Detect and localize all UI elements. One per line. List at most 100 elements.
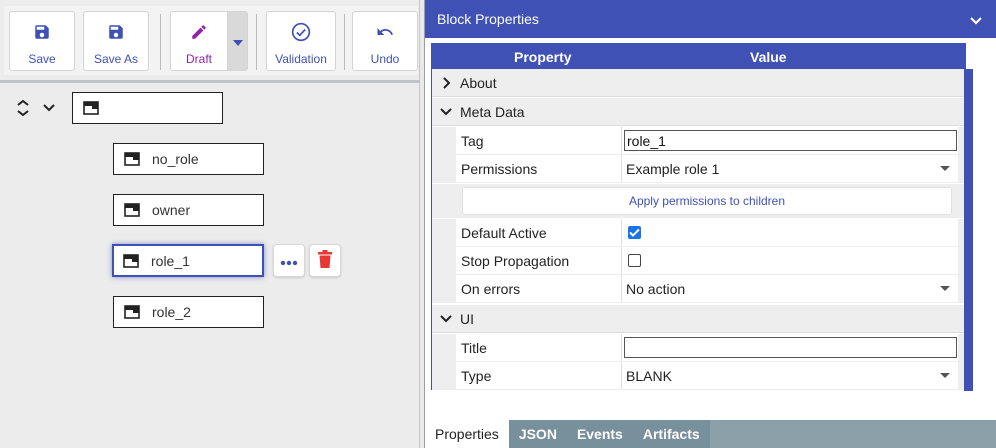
property-name: On errors (456, 275, 622, 302)
chevron-right-icon (432, 76, 460, 89)
permissions-select[interactable]: Example role 1 (622, 155, 958, 182)
block-properties-panel: Block Properties Property Value About Me… (424, 0, 996, 448)
property-row-permissions: Permissions Example role 1 (432, 155, 964, 183)
trash-icon (318, 250, 332, 271)
property-grid: Property Value About Meta Data Tag role_… (431, 43, 973, 391)
draft-label: Draft (185, 52, 212, 66)
node-label: owner (152, 202, 191, 218)
default-active-checkbox[interactable] (628, 226, 641, 239)
tree-node-role-1[interactable]: role_1 (112, 244, 264, 277)
block-icon (83, 101, 99, 115)
property-value (622, 219, 958, 246)
toolbar-divider (160, 14, 161, 70)
property-name: Title (456, 334, 622, 361)
undo-icon (375, 21, 395, 43)
save-icon (33, 21, 51, 43)
save-button[interactable]: Save (9, 11, 75, 71)
pencil-icon (190, 21, 208, 43)
block-icon (124, 203, 140, 217)
select-value: No action (626, 280, 686, 297)
block-icon (124, 152, 140, 166)
save-label: Save (28, 52, 56, 66)
property-row-on-errors: On errors No action (432, 275, 964, 303)
panel-title: Block Properties (437, 11, 539, 27)
toolbar: Save Save As Draft Validation Undo (4, 6, 418, 75)
editor-pane: Save Save As Draft Validation Undo no_ro… (0, 0, 420, 448)
toolbar-divider (344, 14, 345, 70)
section-title: Meta Data (460, 103, 525, 120)
chevron-down-icon (432, 314, 460, 323)
property-name: Permissions (456, 155, 622, 182)
save-as-label: Save As (93, 52, 139, 66)
section-about[interactable]: About (432, 69, 964, 97)
chevron-down-icon[interactable] (969, 13, 983, 29)
property-row-tag: Tag (432, 127, 964, 155)
tab-json[interactable]: JSON (508, 420, 567, 448)
block-icon (124, 305, 140, 319)
property-value (622, 334, 958, 361)
property-row-title: Title (432, 334, 964, 362)
more-horizontal-icon (280, 253, 298, 269)
tab-properties[interactable]: Properties (425, 420, 509, 448)
tree-node-no-role[interactable]: no_role (113, 143, 264, 175)
undo-button[interactable]: Undo (352, 11, 418, 71)
save-as-button[interactable]: Save As (83, 11, 149, 71)
property-name: Stop Propagation (456, 247, 622, 274)
tree-root-node[interactable] (72, 92, 223, 124)
scrollbar[interactable] (964, 69, 973, 391)
on-errors-select[interactable]: No action (622, 275, 958, 302)
tree-node-role-2[interactable]: role_2 (113, 296, 264, 328)
property-name: Default Active (456, 219, 622, 246)
property-row-type: Type BLANK (432, 362, 964, 390)
property-row-stop-propagation: Stop Propagation (432, 247, 964, 275)
caret-down-icon (940, 286, 950, 291)
property-value (622, 127, 958, 154)
select-value: Example role 1 (626, 160, 720, 177)
block-icon (123, 253, 139, 268)
save-as-icon (107, 21, 125, 43)
section-title: UI (460, 310, 474, 327)
node-delete-button[interactable] (309, 244, 341, 277)
node-label: role_2 (152, 304, 191, 320)
validation-label: Validation (275, 52, 327, 66)
panel-tabs: Properties JSON Events Artifacts (425, 420, 996, 448)
draft-button[interactable]: Draft (170, 11, 228, 71)
property-grid-header: Property Value (432, 44, 965, 69)
toolbar-divider (256, 14, 257, 70)
node-more-button[interactable] (273, 244, 305, 277)
caret-down-icon (940, 166, 950, 171)
stop-propagation-checkbox[interactable] (628, 254, 641, 267)
column-header-value: Value (750, 49, 787, 65)
panel-header[interactable]: Block Properties (425, 0, 996, 38)
chevron-down-icon (432, 107, 460, 116)
node-label: role_1 (151, 252, 190, 269)
tag-input[interactable] (624, 130, 957, 151)
checkmark-icon (629, 228, 640, 237)
caret-down-icon (940, 373, 950, 378)
section-meta-data[interactable]: Meta Data (432, 98, 964, 126)
chevron-down-icon[interactable] (40, 100, 58, 116)
section-ui[interactable]: UI (432, 305, 964, 333)
title-input[interactable] (624, 337, 957, 358)
toolbar-border (0, 80, 420, 83)
undo-label: Undo (370, 52, 400, 66)
property-name: Tag (456, 127, 622, 154)
type-select[interactable]: BLANK (622, 362, 958, 389)
check-circle-icon (291, 21, 311, 43)
caret-down-icon (232, 33, 243, 49)
tree-node-owner[interactable]: owner (113, 194, 264, 226)
property-grid-body: About Meta Data Tag Permissions Example … (432, 69, 964, 390)
tab-events[interactable]: Events (566, 420, 633, 448)
property-row-default-active: Default Active (432, 219, 964, 247)
select-value: BLANK (626, 367, 672, 384)
validation-button[interactable]: Validation (266, 11, 336, 71)
property-value (622, 247, 958, 274)
section-title: About (460, 74, 497, 91)
tab-artifacts[interactable]: Artifacts (632, 420, 710, 448)
property-name: Type (456, 362, 622, 389)
node-label: no_role (152, 151, 199, 167)
apply-permissions-button[interactable]: Apply permissions to children (462, 187, 952, 215)
property-row-apply: Apply permissions to children (432, 184, 964, 218)
draft-dropdown-toggle[interactable] (228, 11, 248, 71)
collapse-all-icon[interactable] (14, 99, 32, 117)
